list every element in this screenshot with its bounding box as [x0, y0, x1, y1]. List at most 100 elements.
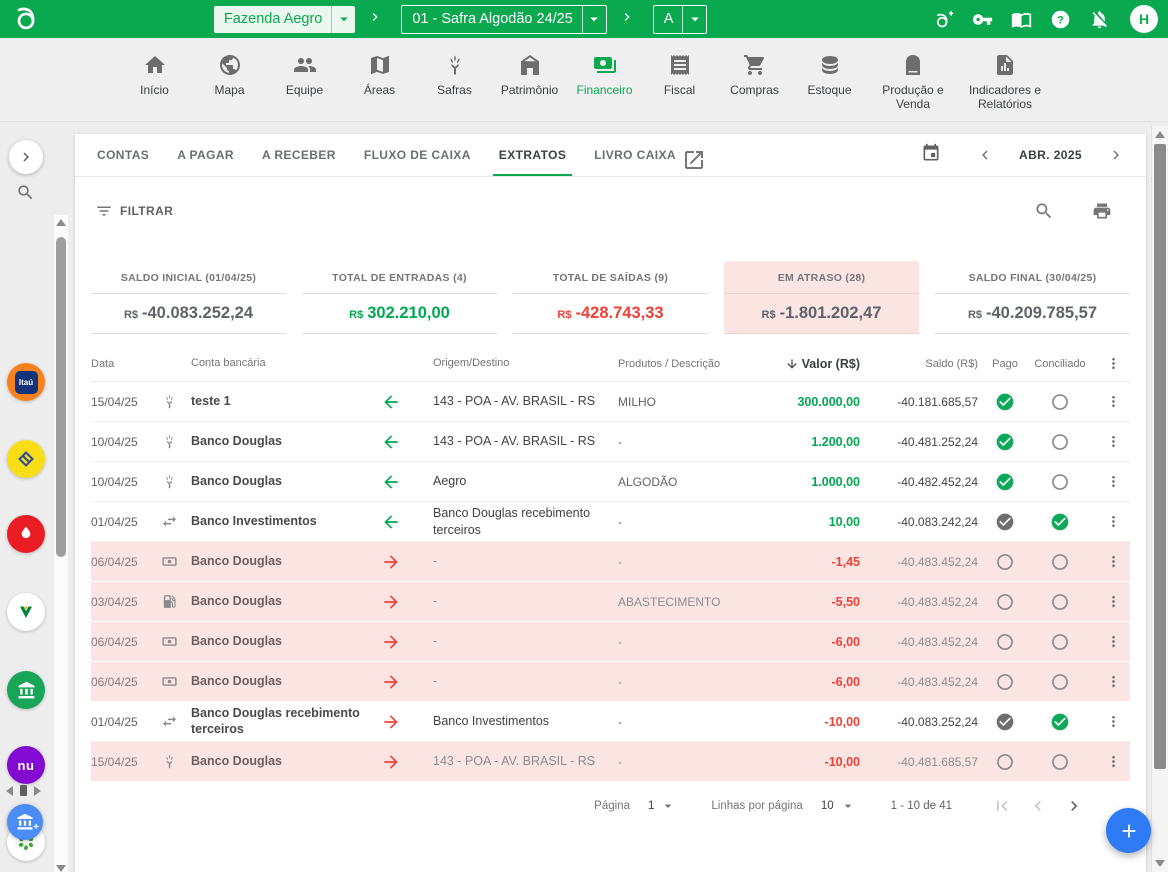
- table-row[interactable]: 06/04/25Banco Douglas---6,00-40.483.452,…: [91, 622, 1130, 662]
- bank-account-nubank[interactable]: nu: [7, 746, 45, 784]
- key-button[interactable]: [970, 7, 994, 31]
- rows-per-page-selector[interactable]: 10: [821, 798, 853, 814]
- season-selector[interactable]: 01 - Safra Algodão 24/25: [401, 5, 606, 34]
- col-data[interactable]: Data: [91, 358, 161, 370]
- nav-item-safras[interactable]: Safras: [417, 53, 492, 98]
- row-menu-button[interactable]: [1105, 433, 1122, 450]
- paid-checked-icon[interactable]: [995, 472, 1015, 492]
- nav-item-estoque[interactable]: Estoque: [792, 53, 867, 98]
- nav-item-areas[interactable]: Áreas: [342, 53, 417, 98]
- add-bank-account-button[interactable]: +: [7, 804, 43, 840]
- avatar[interactable]: H: [1130, 5, 1158, 33]
- tab-a-receber[interactable]: A RECEBER: [248, 134, 350, 176]
- sidebar-search-icon[interactable]: [16, 183, 36, 203]
- paid-checked-gray-icon[interactable]: [995, 512, 1015, 532]
- paid-checked-icon[interactable]: [995, 392, 1015, 412]
- tab-extratos[interactable]: EXTRATOS: [485, 134, 580, 176]
- bank-account-itau[interactable]: Itaú: [7, 363, 45, 401]
- bank-account-santander[interactable]: [7, 515, 45, 553]
- page-selector[interactable]: 1: [648, 798, 673, 814]
- row-menu-button[interactable]: [1105, 753, 1122, 770]
- table-row[interactable]: 01/04/25Banco InvestimentosBanco Douglas…: [91, 502, 1130, 542]
- next-month-button[interactable]: [1104, 143, 1128, 167]
- table-row[interactable]: 15/04/25Banco Douglas143 - POA - AV. BRA…: [91, 742, 1130, 782]
- paid-checked-gray-icon[interactable]: [995, 712, 1015, 732]
- tab-livro-caixa[interactable]: LIVRO CAIXA: [580, 134, 711, 176]
- paid-unchecked-icon[interactable]: [995, 672, 1015, 692]
- reconciled-unchecked-icon[interactable]: [1050, 632, 1070, 652]
- header-menu-button[interactable]: [1096, 355, 1130, 372]
- row-menu-button[interactable]: [1105, 473, 1122, 490]
- col-pago[interactable]: Pago: [986, 358, 1032, 370]
- table-row[interactable]: 03/04/25Banco Douglas-ABASTECIMENTO-5,50…: [91, 582, 1130, 622]
- col-conciliado[interactable]: Conciliado: [1032, 358, 1096, 370]
- row-menu-button[interactable]: [1105, 513, 1122, 530]
- nav-item-inicio[interactable]: Início: [117, 53, 192, 98]
- tab-fluxo-de-caixa[interactable]: FLUXO DE CAIXA: [350, 134, 485, 176]
- search-icon[interactable]: [1034, 201, 1054, 221]
- table-row[interactable]: 06/04/25Banco Douglas---6,00-40.483.452,…: [91, 662, 1130, 702]
- help-button[interactable]: ?: [1048, 7, 1072, 31]
- table-row[interactable]: 15/04/25teste 1143 - POA - AV. BRASIL - …: [91, 382, 1130, 422]
- reconciled-unchecked-icon[interactable]: [1050, 672, 1070, 692]
- scroll-down-icon[interactable]: [56, 865, 66, 872]
- nav-item-financeiro[interactable]: Financeiro: [567, 53, 642, 98]
- row-menu-button[interactable]: [1105, 713, 1122, 730]
- scroll-up-icon[interactable]: [1155, 131, 1165, 138]
- table-row[interactable]: 06/04/25Banco Douglas---1,45-40.483.452,…: [91, 542, 1130, 582]
- reconciled-checked-icon[interactable]: [1050, 712, 1070, 732]
- reconciled-unchecked-icon[interactable]: [1050, 752, 1070, 772]
- page-scrollbar[interactable]: [1151, 126, 1168, 872]
- row-menu-button[interactable]: [1105, 593, 1122, 610]
- print-icon[interactable]: [1092, 201, 1112, 221]
- nav-item-producao-e-venda[interactable]: Produção e Venda: [867, 53, 959, 112]
- bank-account-viacredi[interactable]: [7, 593, 45, 631]
- paid-unchecked-icon[interactable]: [995, 752, 1015, 772]
- row-menu-button[interactable]: [1105, 553, 1122, 570]
- first-page-button[interactable]: [990, 794, 1014, 818]
- col-saldo[interactable]: Saldo (R$): [868, 358, 986, 370]
- notifications-off-button[interactable]: [1087, 7, 1111, 31]
- paid-unchecked-icon[interactable]: [995, 552, 1015, 572]
- row-menu-button[interactable]: [1105, 673, 1122, 690]
- bank-account-banco-do-brasil[interactable]: [7, 440, 45, 478]
- reconciled-checked-icon[interactable]: [1050, 512, 1070, 532]
- nav-item-compras[interactable]: Compras: [717, 53, 792, 98]
- scroll-down-icon[interactable]: [1155, 860, 1165, 867]
- scroll-left-icon[interactable]: [6, 786, 13, 796]
- reconciled-unchecked-icon[interactable]: [1050, 552, 1070, 572]
- add-entry-fab[interactable]: [1106, 808, 1151, 853]
- hscroll-thumb[interactable]: [20, 785, 27, 796]
- reconciled-unchecked-icon[interactable]: [1050, 472, 1070, 492]
- table-row[interactable]: 01/04/25Banco Douglas recebimento tercei…: [91, 702, 1130, 742]
- paid-unchecked-icon[interactable]: [995, 632, 1015, 652]
- previous-page-button[interactable]: [1026, 794, 1050, 818]
- previous-month-button[interactable]: [973, 143, 997, 167]
- aegro-add-button[interactable]: [931, 7, 955, 31]
- col-valor[interactable]: Valor (R$): [768, 357, 868, 371]
- paid-unchecked-icon[interactable]: [995, 592, 1015, 612]
- nav-item-patrimonio[interactable]: Patrimônio: [492, 53, 567, 98]
- nav-item-equipe[interactable]: Equipe: [267, 53, 342, 98]
- sidebar-scrollbar-thumb[interactable]: [56, 237, 66, 557]
- filter-button[interactable]: FILTRAR: [95, 202, 173, 220]
- page-scrollbar-thumb[interactable]: [1154, 144, 1166, 769]
- row-menu-button[interactable]: [1105, 633, 1122, 650]
- sidebar-scrollbar[interactable]: [53, 215, 68, 872]
- tab-a-pagar[interactable]: A PAGAR: [163, 134, 248, 176]
- farm-selector[interactable]: Fazenda Aegro: [214, 6, 355, 33]
- calendar-icon[interactable]: [921, 143, 945, 167]
- scroll-right-icon[interactable]: [34, 786, 41, 796]
- reconciled-unchecked-icon[interactable]: [1050, 392, 1070, 412]
- nav-item-indicadores-e-relatorios[interactable]: Indicadores e Relatórios: [959, 53, 1051, 112]
- nav-item-mapa[interactable]: Mapa: [192, 53, 267, 98]
- next-page-button[interactable]: [1062, 794, 1086, 818]
- sidebar-horizontal-scroll[interactable]: [6, 785, 41, 796]
- bank-account-bank-green[interactable]: [7, 671, 45, 709]
- table-row[interactable]: 10/04/25Banco DouglasAegroALGODÃO1.000,0…: [91, 462, 1130, 502]
- table-row[interactable]: 10/04/25Banco Douglas143 - POA - AV. BRA…: [91, 422, 1130, 462]
- col-produtos-descricao[interactable]: Produtos / Descrição: [618, 358, 768, 370]
- sidebar-expand-button[interactable]: [9, 140, 43, 174]
- nav-item-fiscal[interactable]: Fiscal: [642, 53, 717, 98]
- reconciled-unchecked-icon[interactable]: [1050, 432, 1070, 452]
